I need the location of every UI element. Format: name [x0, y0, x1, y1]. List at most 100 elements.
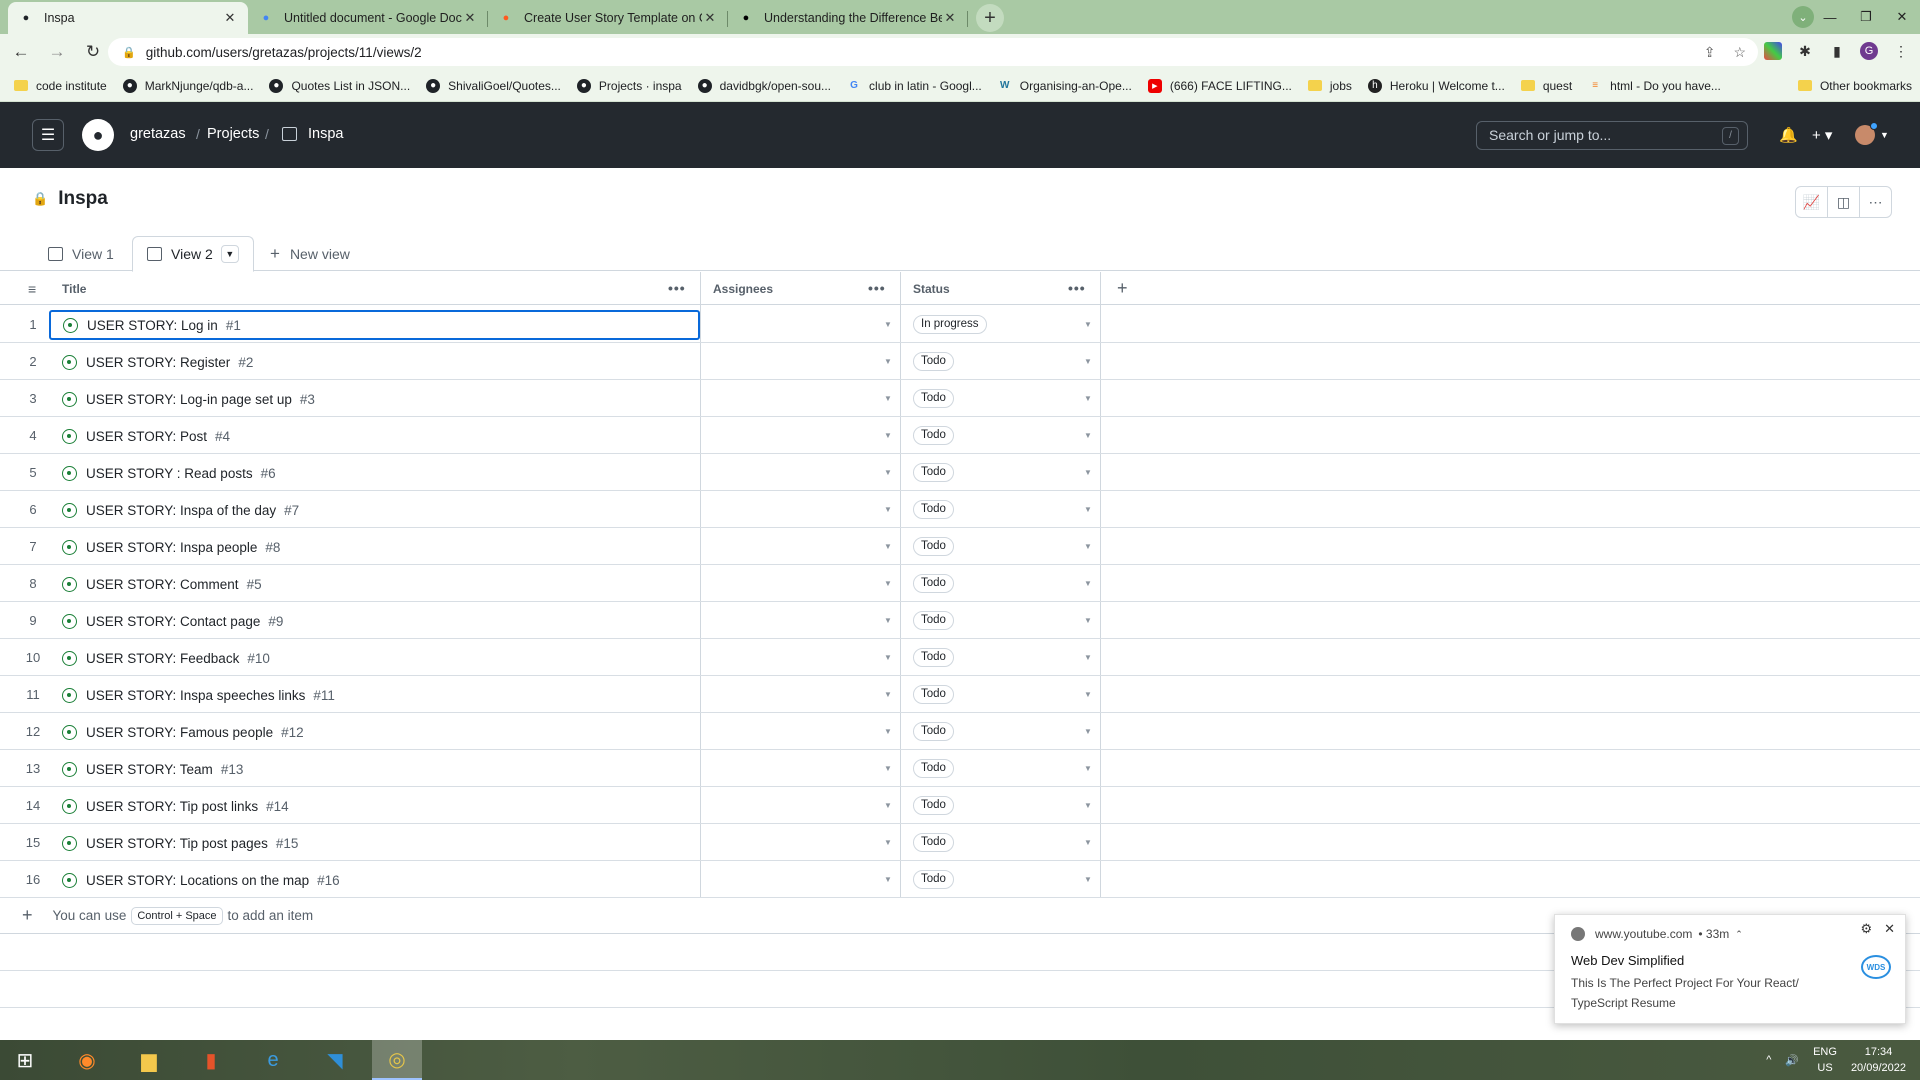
status-dropdown-icon[interactable]: ▼ — [1084, 653, 1092, 662]
assignees-dropdown-icon[interactable]: ▼ — [884, 727, 892, 736]
breadcrumb-project[interactable]: Inspa — [308, 126, 343, 142]
close-tab-icon[interactable]: ✕ — [222, 10, 238, 26]
close-icon[interactable]: ✕ — [1884, 921, 1895, 937]
issue-title[interactable]: USER STORY: Team — [86, 762, 213, 777]
title-cell[interactable]: USER STORY : Read posts #6 — [50, 458, 700, 488]
status-dropdown-icon[interactable]: ▼ — [1084, 542, 1092, 551]
profile-avatar[interactable]: G — [1860, 42, 1878, 60]
column-menu-icon[interactable]: ••• — [668, 280, 686, 296]
title-cell[interactable]: USER STORY: Inspa people #8 — [50, 532, 700, 562]
assignees-dropdown-icon[interactable]: ▼ — [884, 653, 892, 662]
search-input[interactable]: Search or jump to... / — [1476, 121, 1748, 150]
assignees-dropdown-icon[interactable]: ▼ — [884, 320, 892, 329]
bookmark-item[interactable]: ● MarkNjunge/qdb-a... — [122, 78, 253, 93]
status-dropdown-icon[interactable]: ▼ — [1084, 505, 1092, 514]
issue-number[interactable]: #4 — [215, 429, 230, 444]
create-new-icon[interactable]: + ▾ — [1812, 126, 1832, 144]
tray-overflow-icon[interactable]: ^ — [1766, 1054, 1771, 1066]
bookmark-item[interactable]: jobs — [1307, 79, 1352, 93]
issue-number[interactable]: #6 — [261, 466, 276, 481]
view-options-dropdown-icon[interactable]: ▼ — [220, 245, 239, 263]
table-row[interactable]: 4 USER STORY: Post #4 ▼ Todo ▼ — [0, 417, 1920, 454]
github-logo-icon[interactable]: ● — [82, 119, 114, 151]
assignees-dropdown-icon[interactable]: ▼ — [884, 764, 892, 773]
status-dropdown-icon[interactable]: ▼ — [1084, 394, 1092, 403]
assignees-dropdown-icon[interactable]: ▼ — [884, 616, 892, 625]
status-dropdown-icon[interactable]: ▼ — [1084, 764, 1092, 773]
title-cell[interactable]: USER STORY: Register #2 — [50, 347, 700, 377]
title-cell[interactable]: USER STORY: Inspa speeches links #11 — [50, 680, 700, 710]
title-cell[interactable]: USER STORY: Feedback #10 — [50, 643, 700, 673]
bookmark-item[interactable]: Gclub in latin - Googl... — [847, 79, 982, 93]
table-row[interactable]: 15 USER STORY: Tip post pages #15 ▼ Todo… — [0, 824, 1920, 861]
bookmark-item[interactable]: h Heroku | Welcome t... — [1367, 78, 1505, 93]
issue-title[interactable]: USER STORY: Contact page — [86, 614, 260, 629]
table-row[interactable]: 9 USER STORY: Contact page #9 ▼ Todo ▼ — [0, 602, 1920, 639]
back-icon[interactable]: ← — [6, 42, 36, 62]
assignees-dropdown-icon[interactable]: ▼ — [884, 579, 892, 588]
table-row[interactable]: 12 USER STORY: Famous people #12 ▼ Todo … — [0, 713, 1920, 750]
status-dropdown-icon[interactable]: ▼ — [1084, 838, 1092, 847]
notification-toast[interactable]: www.youtube.com • 33m ⌃ ⚙ ✕ Web Dev Simp… — [1554, 914, 1906, 1024]
table-row[interactable]: 6 USER STORY: Inspa of the day #7 ▼ Todo… — [0, 491, 1920, 528]
assignees-dropdown-icon[interactable]: ▼ — [884, 801, 892, 810]
issue-title[interactable]: USER STORY: Register — [86, 355, 230, 370]
status-dropdown-icon[interactable]: ▼ — [1084, 801, 1092, 810]
issue-number[interactable]: #1 — [226, 318, 241, 333]
table-row[interactable]: 11 USER STORY: Inspa speeches links #11 … — [0, 676, 1920, 713]
assignees-dropdown-icon[interactable]: ▼ — [884, 690, 892, 699]
tab-search-icon[interactable]: ⌄ — [1792, 6, 1814, 28]
title-cell[interactable]: USER STORY: Contact page #9 — [50, 606, 700, 636]
extension-colorful-icon[interactable] — [1764, 42, 1782, 60]
close-tab-icon[interactable]: ✕ — [462, 10, 478, 26]
bookmark-item[interactable]: ● Projects · inspa — [576, 78, 682, 93]
forward-icon[interactable]: → — [42, 42, 72, 62]
issue-number[interactable]: #14 — [266, 799, 289, 814]
browser-tab[interactable]: ● Untitled document - Google Doc ✕ — [248, 2, 488, 34]
title-cell[interactable]: USER STORY: Comment #5 — [50, 569, 700, 599]
issue-number[interactable]: #5 — [247, 577, 262, 592]
table-row[interactable]: 14 USER STORY: Tip post links #14 ▼ Todo… — [0, 787, 1920, 824]
table-row[interactable]: 10 USER STORY: Feedback #10 ▼ Todo ▼ — [0, 639, 1920, 676]
browser-tab[interactable]: ● Understanding the Difference Be ✕ — [728, 2, 968, 34]
vscode-icon[interactable]: ◥ — [310, 1040, 360, 1080]
new-tab-button[interactable]: + — [976, 4, 1004, 32]
assignees-dropdown-icon[interactable]: ▼ — [884, 431, 892, 440]
internet-explorer-icon[interactable]: e — [248, 1040, 298, 1080]
status-dropdown-icon[interactable]: ▼ — [1084, 468, 1092, 477]
table-row[interactable]: 13 USER STORY: Team #13 ▼ Todo ▼ — [0, 750, 1920, 787]
title-cell[interactable]: USER STORY: Log in #1 — [49, 310, 700, 340]
table-row[interactable]: 2 USER STORY: Register #2 ▼ Todo ▼ — [0, 343, 1920, 380]
title-cell[interactable]: USER STORY: Famous people #12 — [50, 717, 700, 747]
filter-icon[interactable]: ≡ — [28, 272, 36, 305]
clock[interactable]: 17:34 20/09/2022 — [1851, 1044, 1906, 1076]
firefox-icon[interactable]: ◉ — [62, 1040, 112, 1080]
assignees-dropdown-icon[interactable]: ▼ — [884, 875, 892, 884]
status-dropdown-icon[interactable]: ▼ — [1084, 357, 1092, 366]
bookmark-item[interactable]: quest — [1520, 79, 1572, 93]
table-row[interactable]: 3 USER STORY: Log-in page set up #3 ▼ To… — [0, 380, 1920, 417]
status-dropdown-icon[interactable]: ▼ — [1084, 579, 1092, 588]
bookmark-item[interactable]: W Organising-an-Ope... — [998, 79, 1132, 93]
issue-title[interactable]: USER STORY: Tip post pages — [86, 836, 268, 851]
issue-number[interactable]: #7 — [284, 503, 299, 518]
side-panel-icon[interactable]: ▮ — [1828, 42, 1846, 60]
status-dropdown-icon[interactable]: ▼ — [1084, 727, 1092, 736]
status-dropdown-icon[interactable]: ▼ — [1084, 320, 1092, 329]
office-icon[interactable]: ▮ — [186, 1040, 236, 1080]
title-cell[interactable]: USER STORY: Team #13 — [50, 754, 700, 784]
bookmark-item[interactable]: ≡ html - Do you have... — [1588, 79, 1721, 93]
bookmark-item[interactable]: ● davidbgk/open-sou... — [697, 78, 831, 93]
column-assignees-header[interactable]: Assignees — [713, 272, 773, 305]
insights-icon[interactable]: 📈 — [1795, 186, 1828, 218]
extensions-puzzle-icon[interactable]: ✱ — [1796, 42, 1814, 60]
assignees-dropdown-icon[interactable]: ▼ — [884, 542, 892, 551]
close-window-icon[interactable]: ✕ — [1884, 9, 1920, 25]
status-dropdown-icon[interactable]: ▼ — [1084, 690, 1092, 699]
volume-icon[interactable]: 🔊 — [1785, 1054, 1799, 1067]
issue-title[interactable]: USER STORY : Read posts — [86, 466, 253, 481]
browser-tab[interactable]: ● Inspa ✕ — [8, 2, 248, 34]
bookmark-item[interactable]: ● Quotes List in JSON... — [269, 78, 410, 93]
hamburger-menu-icon[interactable]: ☰ — [32, 119, 64, 151]
table-row[interactable]: 1 USER STORY: Log in #1 ▼ In progress ▼ — [0, 306, 1920, 343]
